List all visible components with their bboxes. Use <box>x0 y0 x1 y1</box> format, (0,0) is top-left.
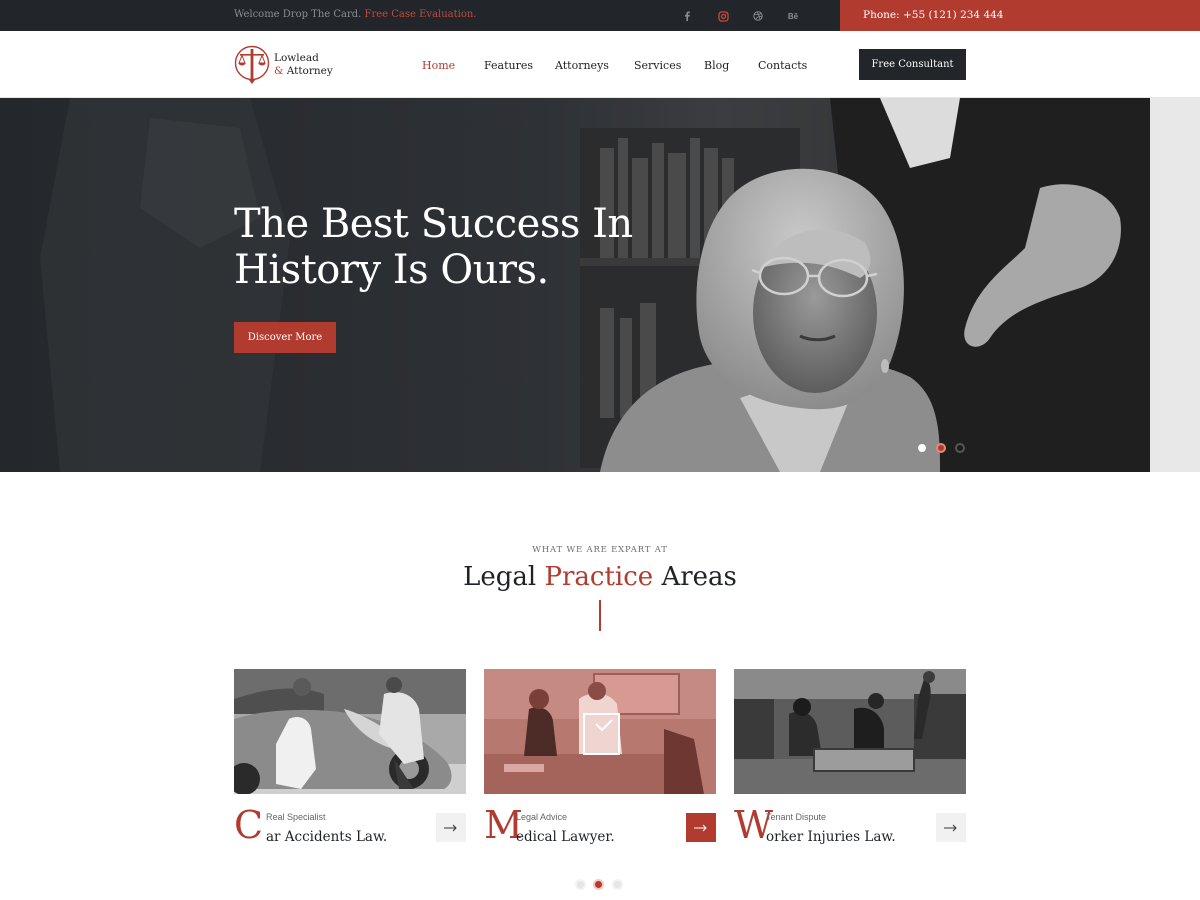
card-arrow-button[interactable] <box>436 813 466 842</box>
main-header: Lowlead & Attorney Home Features Attorne… <box>0 31 1200 98</box>
nav-item-blog[interactable]: Blog <box>704 59 729 72</box>
brand-ampersand: & <box>274 65 284 77</box>
card-arrow-button[interactable] <box>936 813 966 842</box>
hero-slider: The Best Success In History Is Ours. Dis… <box>0 98 1200 472</box>
phone-number[interactable]: Phone: +55 (121) 234 444 <box>863 9 1004 21</box>
nav-item-services[interactable]: Services <box>634 59 681 72</box>
hero-heading: The Best Success In History Is Ours. <box>234 201 654 293</box>
nav-item-home[interactable]: Home <box>422 59 455 72</box>
facebook-icon[interactable] <box>678 8 696 24</box>
card-title[interactable]: edical Lawyer. <box>516 829 615 845</box>
arrow-right-icon <box>944 824 957 831</box>
practice-card-car-accidents: C Real Specialist ar Accidents Law. <box>234 669 466 849</box>
card-initial: C <box>234 803 264 847</box>
pager-dot-1[interactable] <box>575 879 586 890</box>
section-title: Legal Practice Areas <box>0 562 1200 592</box>
brand-logo[interactable]: Lowlead & Attorney <box>234 43 354 87</box>
card-title[interactable]: ar Accidents Law. <box>266 829 387 845</box>
phone-bar: Phone: +55 (121) 234 444 <box>840 0 1200 31</box>
behance-icon[interactable]: Bē <box>784 8 802 24</box>
card-image-medical[interactable] <box>484 669 716 794</box>
card-image-car-accident[interactable] <box>234 669 466 794</box>
card-image-workshop[interactable] <box>734 669 966 794</box>
top-bar: Welcome Drop The Card. Free Case Evaluat… <box>0 0 1200 31</box>
dribbble-icon[interactable] <box>749 8 767 24</box>
section-title-pre: Legal <box>463 562 537 592</box>
section-title-accent: Practice <box>544 562 654 592</box>
discover-more-button[interactable]: Discover More <box>234 322 336 353</box>
card-subtitle: Legal Advice <box>516 812 568 822</box>
welcome-text: Welcome Drop The Card. Free Case Evaluat… <box>234 9 477 20</box>
practice-card-medical-lawyer: M Legal Advice edical Lawyer. <box>484 669 716 849</box>
card-subtitle: Real Specialist <box>266 812 326 822</box>
hero-dot-1[interactable] <box>918 444 926 452</box>
hero-dot-3[interactable] <box>955 443 965 453</box>
behance-glyph: Bē <box>787 11 799 21</box>
welcome-message: Welcome Drop The Card. <box>234 9 362 20</box>
pager-dot-2[interactable] <box>593 879 604 890</box>
nav-item-contacts[interactable]: Contacts <box>758 59 807 72</box>
free-case-evaluation-link[interactable]: Free Case Evaluation. <box>365 9 477 20</box>
pager-dot-3[interactable] <box>612 879 623 890</box>
card-subtitle: Tenant Dispute <box>766 812 827 822</box>
card-arrow-button[interactable] <box>686 813 716 842</box>
arrow-right-icon <box>694 824 707 831</box>
hero-dot-2[interactable] <box>936 443 946 453</box>
instagram-icon[interactable] <box>714 8 732 24</box>
hero-heading-line2: History Is Ours. <box>234 247 549 293</box>
free-consultant-button[interactable]: Free Consultant <box>859 49 966 80</box>
arrow-right-icon <box>444 824 457 831</box>
hero-heading-line1: The Best Success In <box>234 201 633 247</box>
nav-item-attorneys[interactable]: Attorneys <box>555 59 609 72</box>
brand-name-attorney: Attorney <box>286 65 333 77</box>
title-divider <box>599 600 601 631</box>
practice-card-worker-injuries: W Tenant Dispute orker Injuries Law. <box>734 669 966 849</box>
brand-name-line1: Lowlead <box>274 52 319 64</box>
section-title-post: Areas <box>661 562 737 592</box>
nav-item-features[interactable]: Features <box>484 59 533 72</box>
card-title[interactable]: orker Injuries Law. <box>766 829 896 845</box>
scales-of-justice-icon <box>234 45 270 84</box>
section-kicker: WHAT WE ARE EXPART AT <box>532 545 668 555</box>
brand-name-line2: & Attorney <box>274 65 333 77</box>
